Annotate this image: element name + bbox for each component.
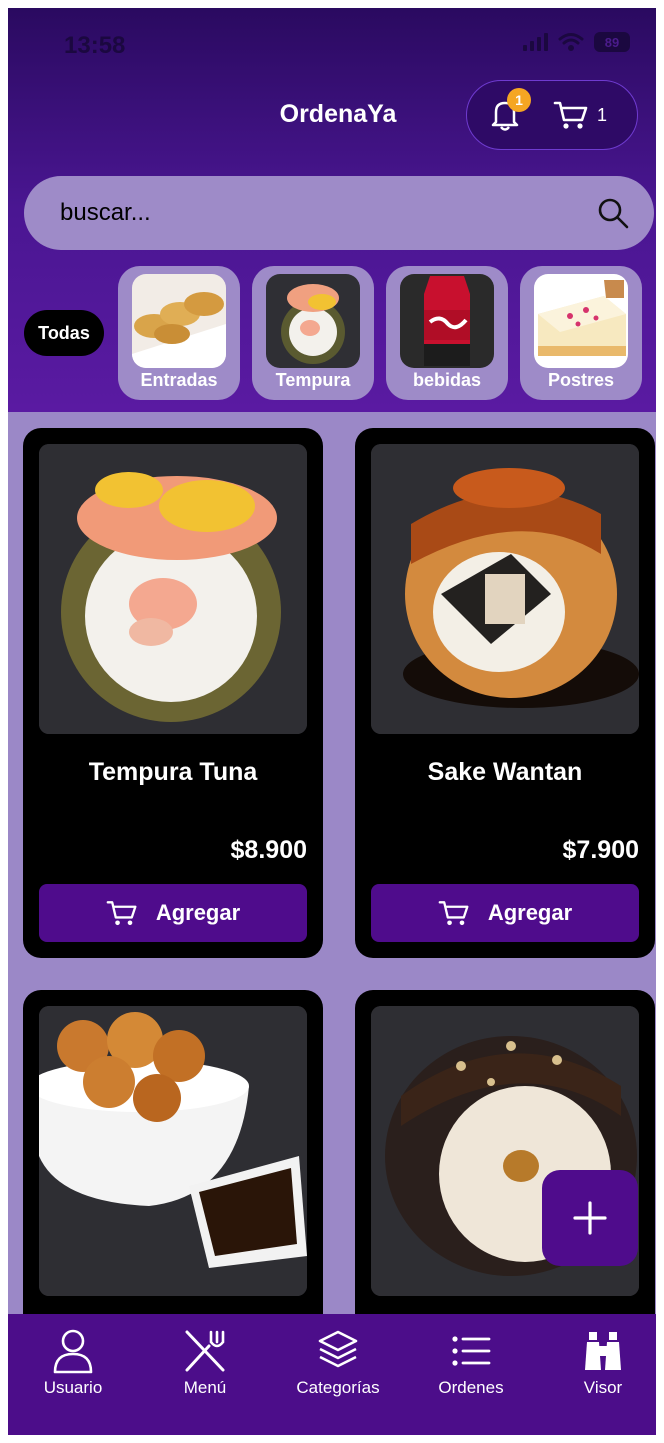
battery-icon: 89 bbox=[594, 32, 630, 52]
nav-item-categorias[interactable]: Categorías bbox=[273, 1328, 403, 1398]
nav-label: Ordenes bbox=[438, 1378, 504, 1397]
add-to-cart-button[interactable]: Agregar bbox=[371, 884, 639, 942]
product-name: Sake Wantan bbox=[427, 758, 583, 786]
category-postres[interactable]: Postres bbox=[520, 266, 642, 400]
category-label: Tempura bbox=[275, 370, 351, 390]
wifi-icon bbox=[558, 33, 584, 51]
tempura-roll-photo bbox=[39, 444, 307, 734]
category-entradas[interactable]: Entradas bbox=[118, 266, 240, 400]
product-name: Tempura Tuna bbox=[88, 758, 258, 786]
nav-label: Usuario bbox=[43, 1378, 103, 1397]
cart-icon bbox=[438, 901, 469, 926]
tempura-roll-photo bbox=[266, 274, 360, 368]
plus-icon bbox=[573, 1201, 607, 1235]
nav-item-usuario[interactable]: Usuario bbox=[8, 1328, 138, 1398]
utensils-icon bbox=[185, 1330, 225, 1372]
coca-cola-bottle-photo bbox=[400, 274, 494, 368]
cart-button[interactable]: 1 bbox=[553, 99, 607, 131]
gyoza-photo bbox=[132, 274, 226, 368]
add-button-label: Agregar bbox=[155, 900, 241, 925]
fried-chicken-rice-bowl-photo bbox=[39, 1006, 307, 1296]
list-icon bbox=[452, 1336, 491, 1366]
cart-icon bbox=[553, 101, 588, 129]
nav-label: Menú bbox=[183, 1378, 227, 1397]
notifications-button[interactable]: 1 bbox=[489, 88, 531, 132]
header-area: 13:58 89 OrdenaYa 1 1 buscar... Todas En… bbox=[8, 8, 656, 412]
category-label: Postres bbox=[547, 370, 615, 390]
add-button-label: Agregar bbox=[487, 900, 573, 925]
layers-icon bbox=[318, 1330, 358, 1368]
cheesecake-photo bbox=[534, 274, 628, 368]
app-screen: 13:58 89 OrdenaYa 1 1 buscar... Todas En… bbox=[8, 8, 656, 1435]
nav-item-menu[interactable]: Menú bbox=[140, 1328, 270, 1398]
search-bar bbox=[24, 176, 654, 250]
cart-count: 1 bbox=[597, 104, 608, 125]
category-bebidas[interactable]: bebidas bbox=[386, 266, 508, 400]
binoculars-icon bbox=[585, 1332, 621, 1370]
bottom-navigation: Usuario Menú Categorías Ordenes Visor bbox=[8, 1314, 656, 1435]
sake-wantan-roll-photo bbox=[371, 444, 639, 734]
user-icon bbox=[53, 1329, 93, 1374]
signal-icon bbox=[523, 33, 548, 51]
nav-label: Visor bbox=[583, 1378, 623, 1397]
product-price: $7.900 bbox=[562, 836, 639, 864]
category-label: Entradas bbox=[140, 370, 218, 390]
category-all-button[interactable]: Todas bbox=[24, 310, 104, 356]
nav-label: Categorías bbox=[296, 1378, 380, 1397]
nav-item-ordenes[interactable]: Ordenes bbox=[406, 1328, 536, 1398]
header-actions: 1 1 bbox=[466, 80, 638, 150]
status-time: 13:58 bbox=[64, 32, 126, 59]
product-card: Sake Wantan $7.900 Agregar bbox=[355, 428, 655, 958]
search-icon[interactable] bbox=[596, 196, 630, 230]
add-to-cart-button[interactable]: Agregar bbox=[39, 884, 307, 942]
cart-icon bbox=[106, 901, 137, 926]
category-label: bebidas bbox=[412, 370, 482, 390]
search-input[interactable] bbox=[60, 199, 596, 227]
add-fab-button[interactable] bbox=[542, 1170, 638, 1266]
status-icons: 89 bbox=[523, 32, 630, 52]
product-price: $8.900 bbox=[230, 836, 307, 864]
notifications-badge: 1 bbox=[507, 88, 531, 112]
category-tempura[interactable]: Tempura bbox=[252, 266, 374, 400]
nav-item-visor[interactable]: Visor bbox=[538, 1328, 656, 1398]
product-card: Tempura Tuna $8.900 Agregar bbox=[23, 428, 323, 958]
